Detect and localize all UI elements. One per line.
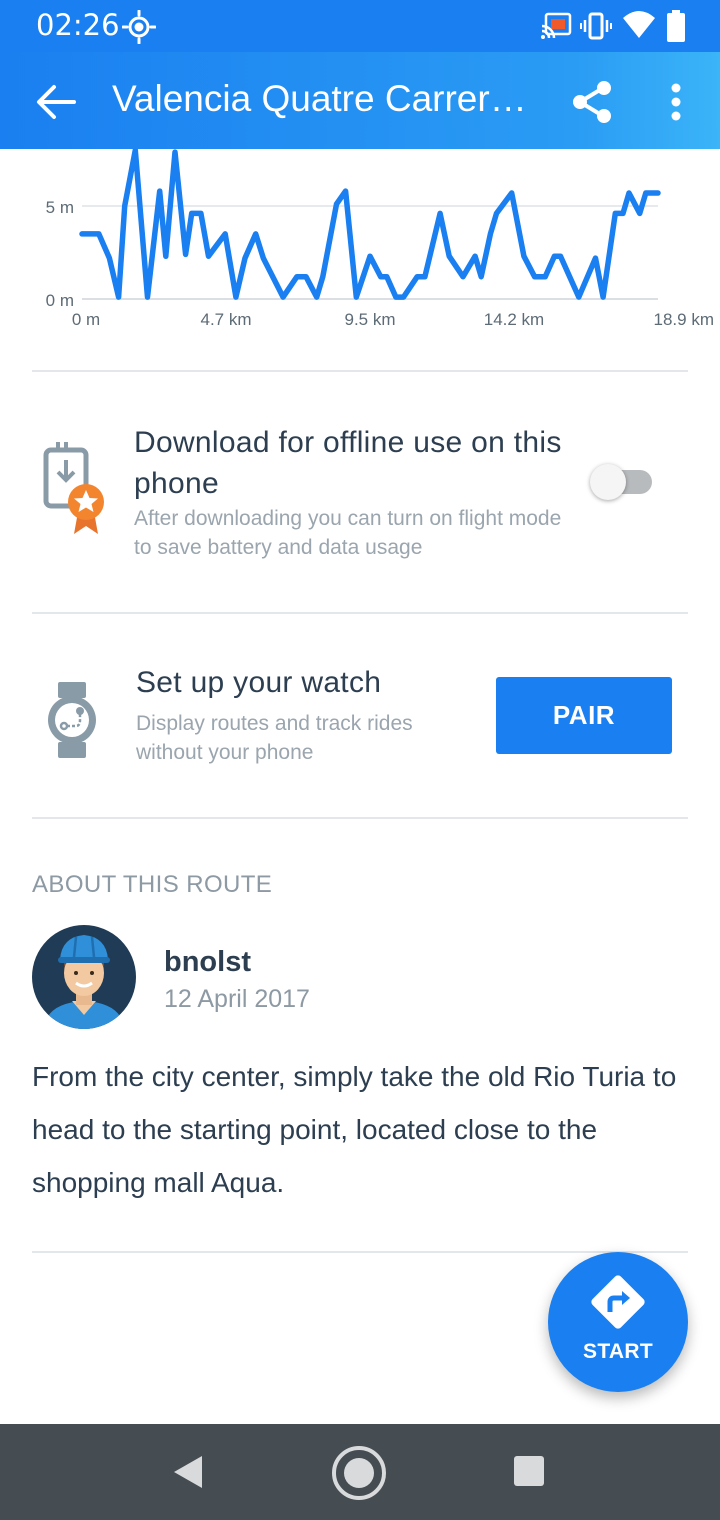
status-bar: 02:26 xyxy=(0,0,720,52)
wifi-icon xyxy=(623,11,655,38)
offline-title: Download for offline use on this phone xyxy=(134,426,562,500)
x-tick-label: 9.5 km xyxy=(344,310,395,329)
divider xyxy=(32,817,688,819)
author-name[interactable]: bnolst xyxy=(164,946,251,979)
watch-title: Set up your watch xyxy=(136,666,382,699)
nav-home-icon[interactable] xyxy=(330,1444,388,1502)
cast-icon xyxy=(541,12,572,39)
offline-toggle[interactable] xyxy=(590,462,656,502)
start-label: START xyxy=(583,1340,653,1363)
route-date: 12 April 2017 xyxy=(164,985,310,1013)
nav-recents-icon[interactable] xyxy=(512,1454,546,1488)
start-button[interactable]: START xyxy=(548,1252,688,1392)
x-tick-label: 4.7 km xyxy=(200,310,251,329)
avatar[interactable] xyxy=(32,925,136,1029)
nav-back-icon[interactable] xyxy=(170,1452,206,1492)
x-tick-label: 14.2 km xyxy=(484,310,544,329)
toggle-knob xyxy=(590,464,626,500)
directions-icon xyxy=(591,1275,645,1329)
offline-subtitle: After downloading you can turn on flight… xyxy=(134,507,562,559)
watch-subtitle: Display routes and track rides without y… xyxy=(136,712,413,764)
y-tick-label: 0 m xyxy=(46,291,74,310)
offline-download-icon xyxy=(43,442,104,534)
share-icon[interactable] xyxy=(570,80,614,124)
pair-button[interactable]: PAIR xyxy=(496,677,672,754)
x-tick-label: 0 m xyxy=(72,310,100,329)
brightness-icon xyxy=(122,10,156,44)
elevation-chart-svg: 0 m 5 m 0 m 4.7 km 9.5 km 14.2 km 18.9 km xyxy=(46,149,714,329)
x-tick-label: 18.9 km xyxy=(654,310,714,329)
status-time: 02:26 xyxy=(36,8,120,42)
system-nav-bar xyxy=(0,1424,720,1520)
divider xyxy=(32,1251,688,1253)
vibrate-icon xyxy=(580,12,612,40)
more-vert-icon[interactable] xyxy=(662,82,690,122)
elevation-chart: 0 m 5 m 0 m 4.7 km 9.5 km 14.2 km 18.9 km xyxy=(0,149,720,349)
about-section-header: ABOUT THIS ROUTE xyxy=(32,871,273,898)
app-bar: Valencia Quatre Carreres Circuit xyxy=(0,52,720,149)
page-title: Valencia Quatre Carreres Circuit xyxy=(112,78,542,119)
back-arrow-icon[interactable] xyxy=(34,82,78,122)
y-tick-label: 5 m xyxy=(46,198,74,217)
divider xyxy=(32,612,688,614)
route-description: From the city center, simply take the ol… xyxy=(32,1061,677,1198)
watch-icon xyxy=(48,682,96,758)
elevation-line xyxy=(79,149,661,300)
divider xyxy=(32,370,688,372)
battery-icon xyxy=(667,10,685,42)
